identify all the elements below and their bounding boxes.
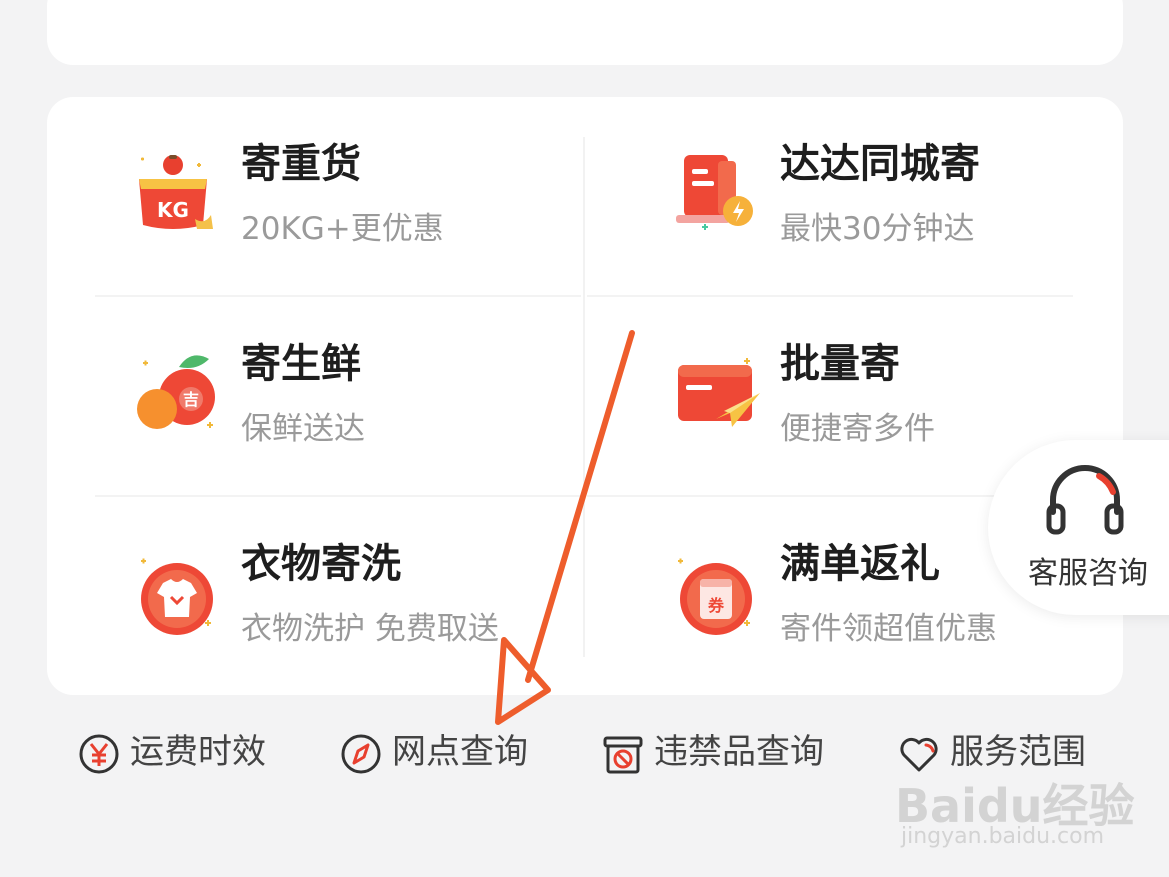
prohibited-box-icon [603,736,643,774]
quick-link-shipping-rates[interactable]: 运费时效 [78,725,278,781]
svg-text:KG: KG [157,198,189,222]
heart-icon [900,737,938,772]
service-heavy-cargo[interactable]: KG 寄重货 20KG+更优惠 [133,139,613,319]
yen-circle-icon [79,734,119,774]
service-fresh[interactable]: 吉 寄生鲜 保鲜送达 [133,339,613,519]
service-title: 寄生鲜 [241,341,361,387]
service-clothing-wash[interactable]: 衣物寄洗 衣物洗护 免费取送 [133,539,613,695]
baidu-watermark: Baidu经验 jingyan.baidu.com [895,770,1135,860]
quick-link-prohibited-items[interactable]: 违禁品查询 [602,725,842,781]
customer-service-button[interactable]: 客服咨询 [988,440,1169,615]
coupon-gift-icon: 券 [672,539,768,635]
headset-icon [1046,465,1124,535]
watermark-url: jingyan.baidu.com [901,824,1105,849]
compass-icon [341,734,381,774]
quick-link-outlet-search[interactable]: 网点查询 [340,725,540,781]
same-city-delivery-icon [672,139,768,235]
top-card [47,0,1123,65]
service-title: 达达同城寄 [780,141,980,187]
service-same-city[interactable]: 达达同城寄 最快30分钟达 [672,139,1123,319]
service-subtitle: 保鲜送达 [241,411,365,447]
heavy-cargo-kg-icon: KG [133,139,229,235]
svg-text:券: 券 [707,596,725,615]
quick-link-label: 运费时效 [130,732,266,772]
service-subtitle: 便捷寄多件 [780,411,935,447]
services-card: KG 寄重货 20KG+更优惠 达达同城寄 最快30分钟达 吉 寄生鲜 保鲜送达… [47,97,1123,695]
service-title: 满单返礼 [780,541,940,587]
service-title: 衣物寄洗 [241,541,401,587]
quick-link-label: 网点查询 [392,732,528,772]
service-title: 寄重货 [241,141,361,187]
fresh-fruit-icon: 吉 [133,339,229,435]
quick-link-label: 违禁品查询 [654,732,824,772]
service-subtitle: 寄件领超值优惠 [780,611,997,647]
service-subtitle: 衣物洗护 免费取送 [241,611,499,647]
service-title: 批量寄 [780,341,900,387]
service-subtitle: 最快30分钟达 [780,211,975,247]
service-subtitle: 20KG+更优惠 [241,211,444,247]
clothing-wash-icon [133,539,229,635]
svg-text:吉: 吉 [183,390,199,409]
customer-service-label: 客服咨询 [1028,556,1148,591]
batch-send-icon [672,339,768,435]
